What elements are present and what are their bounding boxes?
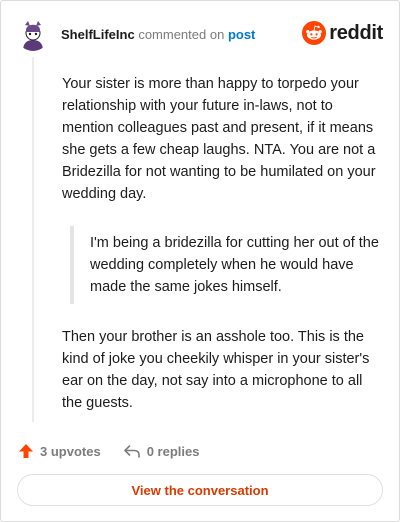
action-text: commented on: [138, 27, 225, 42]
reply-count: 0 replies: [146, 443, 200, 459]
reply-arrow-icon: [123, 445, 140, 458]
comment-body: Your sister is more than happy to torped…: [62, 73, 382, 414]
username-link[interactable]: ShelfLifeInc: [61, 27, 135, 42]
post-link[interactable]: post: [228, 27, 255, 42]
blockquote: I'm being a bridezilla for cutting her o…: [70, 226, 382, 304]
thread-line: [32, 57, 34, 422]
upvote-arrow-icon: [19, 444, 33, 458]
reddit-logo[interactable]: reddit: [302, 21, 383, 45]
comment-paragraph-1: Your sister is more than happy to torped…: [62, 76, 376, 202]
comment-footer: 3 upvotes 0 replies: [18, 441, 199, 461]
view-conversation-button[interactable]: View the conversation: [17, 474, 383, 506]
upvote-button[interactable]: 3 upvotes: [18, 443, 101, 459]
header-text: ShelfLifeInc commented on post: [61, 27, 255, 43]
comment-card: ShelfLifeInc commented on post reddit Yo…: [0, 0, 400, 522]
comment-header: ShelfLifeInc commented on post reddit: [17, 17, 383, 53]
comment-paragraph-2: Then your brother is an asshole too. Thi…: [62, 329, 370, 411]
quote-text: I'm being a bridezilla for cutting her o…: [90, 235, 379, 295]
reply-button[interactable]: 0 replies: [123, 443, 200, 459]
reddit-wordmark: reddit: [329, 21, 383, 44]
upvote-count: 3 upvotes: [40, 443, 101, 459]
avatar-icon[interactable]: [17, 19, 49, 51]
reddit-snoo-icon: [302, 21, 327, 45]
